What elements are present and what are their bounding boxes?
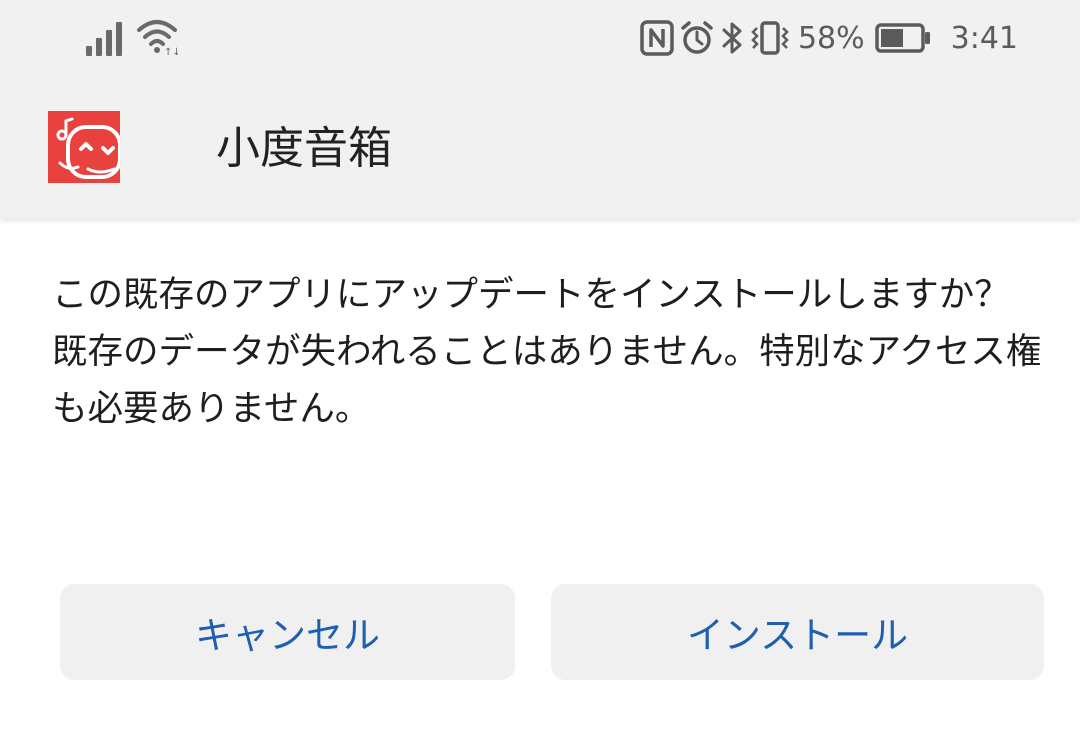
- nfc-icon: [640, 20, 674, 56]
- app-header: 小度音箱: [0, 80, 1080, 218]
- svg-text:↑↓: ↑↓: [164, 47, 178, 56]
- xiaodu-robot-icon: [48, 111, 120, 183]
- wifi-icon: ↑↓: [137, 20, 178, 56]
- battery-percent: 58%: [797, 20, 865, 56]
- alarm-icon: [681, 21, 713, 54]
- status-bar: ↑↓ 58% 3:41: [0, 0, 1080, 80]
- app-name: 小度音箱: [216, 123, 392, 174]
- signal-icon: [86, 22, 122, 56]
- cancel-button[interactable]: キャンセル: [60, 584, 515, 680]
- bluetooth-icon: [722, 22, 742, 54]
- status-icons-right: 58% 3:41: [640, 16, 1018, 60]
- clock: 3:41: [950, 20, 1018, 56]
- install-button[interactable]: インストール: [551, 584, 1044, 680]
- battery-icon: [874, 23, 930, 53]
- dialog-message: この既存のアプリにアップデートをインストールしますか？既存のデータが失われること…: [52, 274, 1042, 429]
- app-icon: [48, 111, 120, 183]
- vibrate-icon: [751, 21, 789, 55]
